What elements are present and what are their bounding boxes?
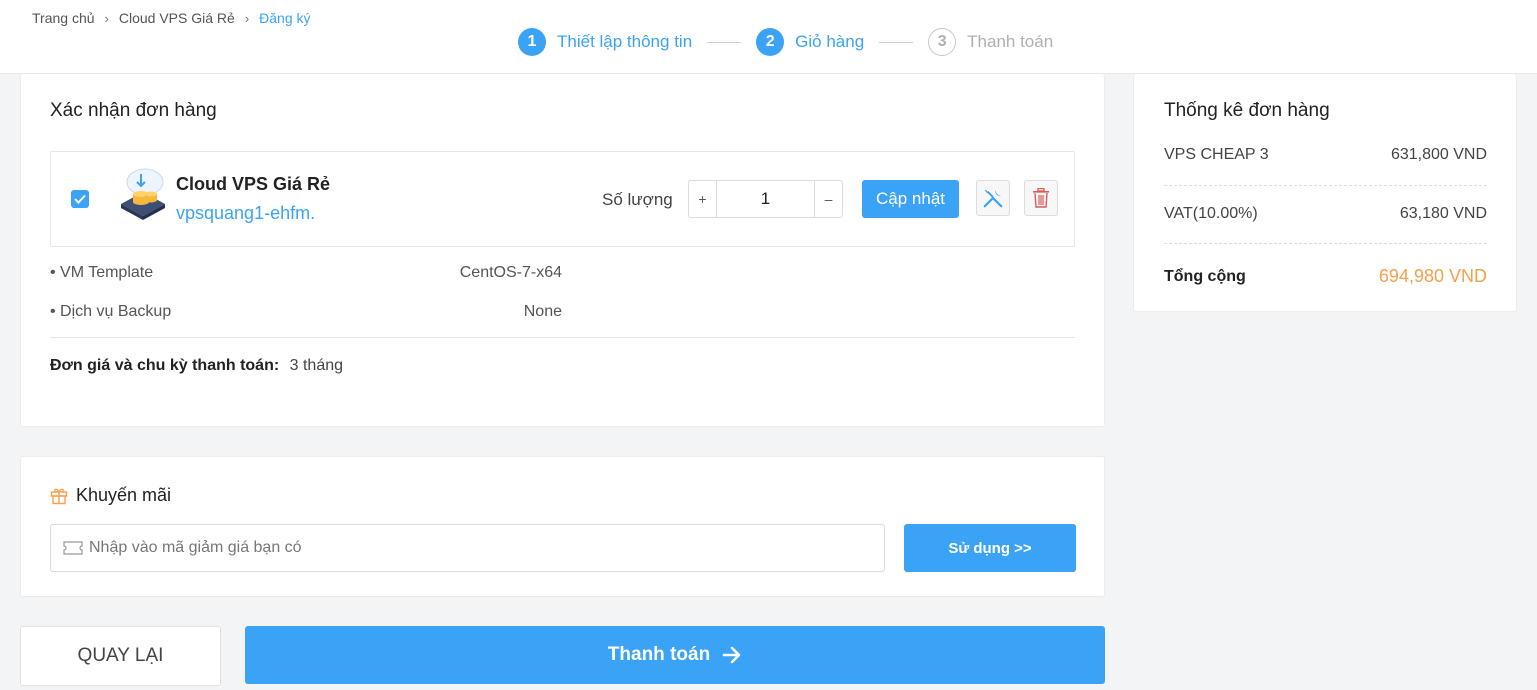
- summary-divider: [1164, 185, 1487, 186]
- summary-divider: [1164, 243, 1487, 244]
- quantity-plus-button[interactable]: +: [689, 181, 717, 217]
- breadcrumb-cloud-vps[interactable]: Cloud VPS Giá Rẻ: [119, 10, 235, 26]
- step-payment: 3 Thanh toán: [928, 28, 1053, 56]
- step-cart: 2 Giỏ hàng: [756, 28, 864, 56]
- spec-backup-label: • Dịch vụ Backup: [50, 303, 172, 320]
- order-item: Cloud VPS Giá Rẻ vpsquang1-ehfm. Số lượn…: [50, 151, 1075, 247]
- quantity-stepper: + 1 –: [688, 180, 843, 218]
- summary-vat-value: 63,180 VND: [1399, 205, 1487, 222]
- checkout-steps: 1 Thiết lập thông tin 2 Giỏ hàng 3 Thanh…: [518, 28, 1053, 56]
- summary-row: VAT(10.00%) 63,180 VND: [1164, 205, 1487, 223]
- breadcrumb-home[interactable]: Trang chủ: [32, 10, 95, 26]
- product-name: Cloud VPS Giá Rẻ: [176, 174, 331, 194]
- coupon-input[interactable]: [89, 539, 869, 557]
- tools-icon: [983, 189, 1003, 208]
- chevron-right-icon: ›: [244, 10, 250, 26]
- promotion-header: Khuyến mãi: [50, 485, 171, 506]
- breadcrumb-current: Đăng ký: [259, 10, 311, 26]
- cloud-server-icon: [117, 162, 167, 226]
- update-button[interactable]: Cập nhật: [862, 180, 959, 218]
- summary-vat-label: VAT(10.00%): [1164, 205, 1258, 222]
- spec-vm-template-label: • VM Template: [50, 264, 154, 281]
- pay-button[interactable]: Thanh toán: [245, 626, 1105, 684]
- promotion-title: Khuyến mãi: [76, 485, 172, 505]
- step-setup: 1 Thiết lập thông tin: [518, 28, 692, 56]
- summary-total-value: 694,980 VND: [1378, 266, 1487, 286]
- spec-backup-value: None: [523, 303, 562, 320]
- coupon-field: [50, 524, 885, 572]
- step-divider: [879, 41, 914, 43]
- order-confirmation-card: Xác nhận đơn hàng Cloud VPS Giá Rẻ vpsqu…: [20, 74, 1105, 427]
- summary-total-row: Tổng cộng 694,980 VND: [1164, 266, 1487, 287]
- billing-cycle-label: Đơn giá và chu kỳ thanh toán:: [50, 357, 280, 374]
- quantity-input[interactable]: 1: [717, 181, 814, 217]
- summary-row: VPS CHEAP 3 631,800 VND: [1164, 146, 1487, 164]
- step-label: Giỏ hàng: [795, 32, 865, 51]
- item-checkbox[interactable]: [71, 190, 89, 208]
- spec-vm-template-value: CentOS-7-x64: [459, 264, 562, 281]
- arrow-right-icon: [722, 646, 741, 664]
- apply-coupon-button[interactable]: Sử dụng >>: [904, 524, 1076, 572]
- product-hostname[interactable]: vpsquang1-ehfm.: [176, 203, 315, 224]
- delete-button[interactable]: [1024, 180, 1058, 216]
- step-number: 1: [518, 28, 546, 56]
- step-number: 3: [928, 28, 957, 56]
- billing-cycle: Đơn giá và chu kỳ thanh toán: 3 tháng: [50, 357, 343, 375]
- pay-button-label: Thanh toán: [607, 644, 711, 665]
- order-title: Xác nhận đơn hàng: [50, 100, 217, 121]
- chevron-right-icon: ›: [104, 10, 109, 26]
- divider: [50, 337, 1075, 338]
- summary-item-label: VPS CHEAP 3: [1164, 146, 1269, 163]
- summary-item-value: 631,800 VND: [1390, 146, 1487, 163]
- back-button[interactable]: QUAY LẠI: [20, 626, 221, 686]
- quantity-label: Số lượng: [602, 190, 673, 209]
- quantity-minus-button[interactable]: –: [814, 181, 842, 217]
- billing-cycle-value: 3 tháng: [289, 357, 344, 374]
- breadcrumb: Trang chủ › Cloud VPS Giá Rẻ › Đăng ký: [32, 10, 311, 26]
- summary-title: Thống kê đơn hàng: [1164, 100, 1330, 121]
- step-divider: [707, 41, 742, 43]
- top-bar: Trang chủ › Cloud VPS Giá Rẻ › Đăng ký 1…: [0, 0, 1537, 74]
- step-number: 2: [756, 28, 785, 56]
- order-summary-card: Thống kê đơn hàng VPS CHEAP 3 631,800 VN…: [1133, 74, 1517, 312]
- promotion-card: Khuyến mãi Sử dụng >>: [20, 456, 1105, 597]
- step-label: Thanh toán: [967, 32, 1054, 51]
- trash-icon: [1033, 188, 1049, 208]
- summary-total-label: Tổng cộng: [1164, 267, 1246, 285]
- check-icon: [74, 194, 86, 204]
- step-label: Thiết lập thông tin: [557, 32, 693, 51]
- gift-icon: [50, 488, 68, 504]
- configure-button[interactable]: [976, 180, 1010, 216]
- ticket-icon: [63, 541, 83, 555]
